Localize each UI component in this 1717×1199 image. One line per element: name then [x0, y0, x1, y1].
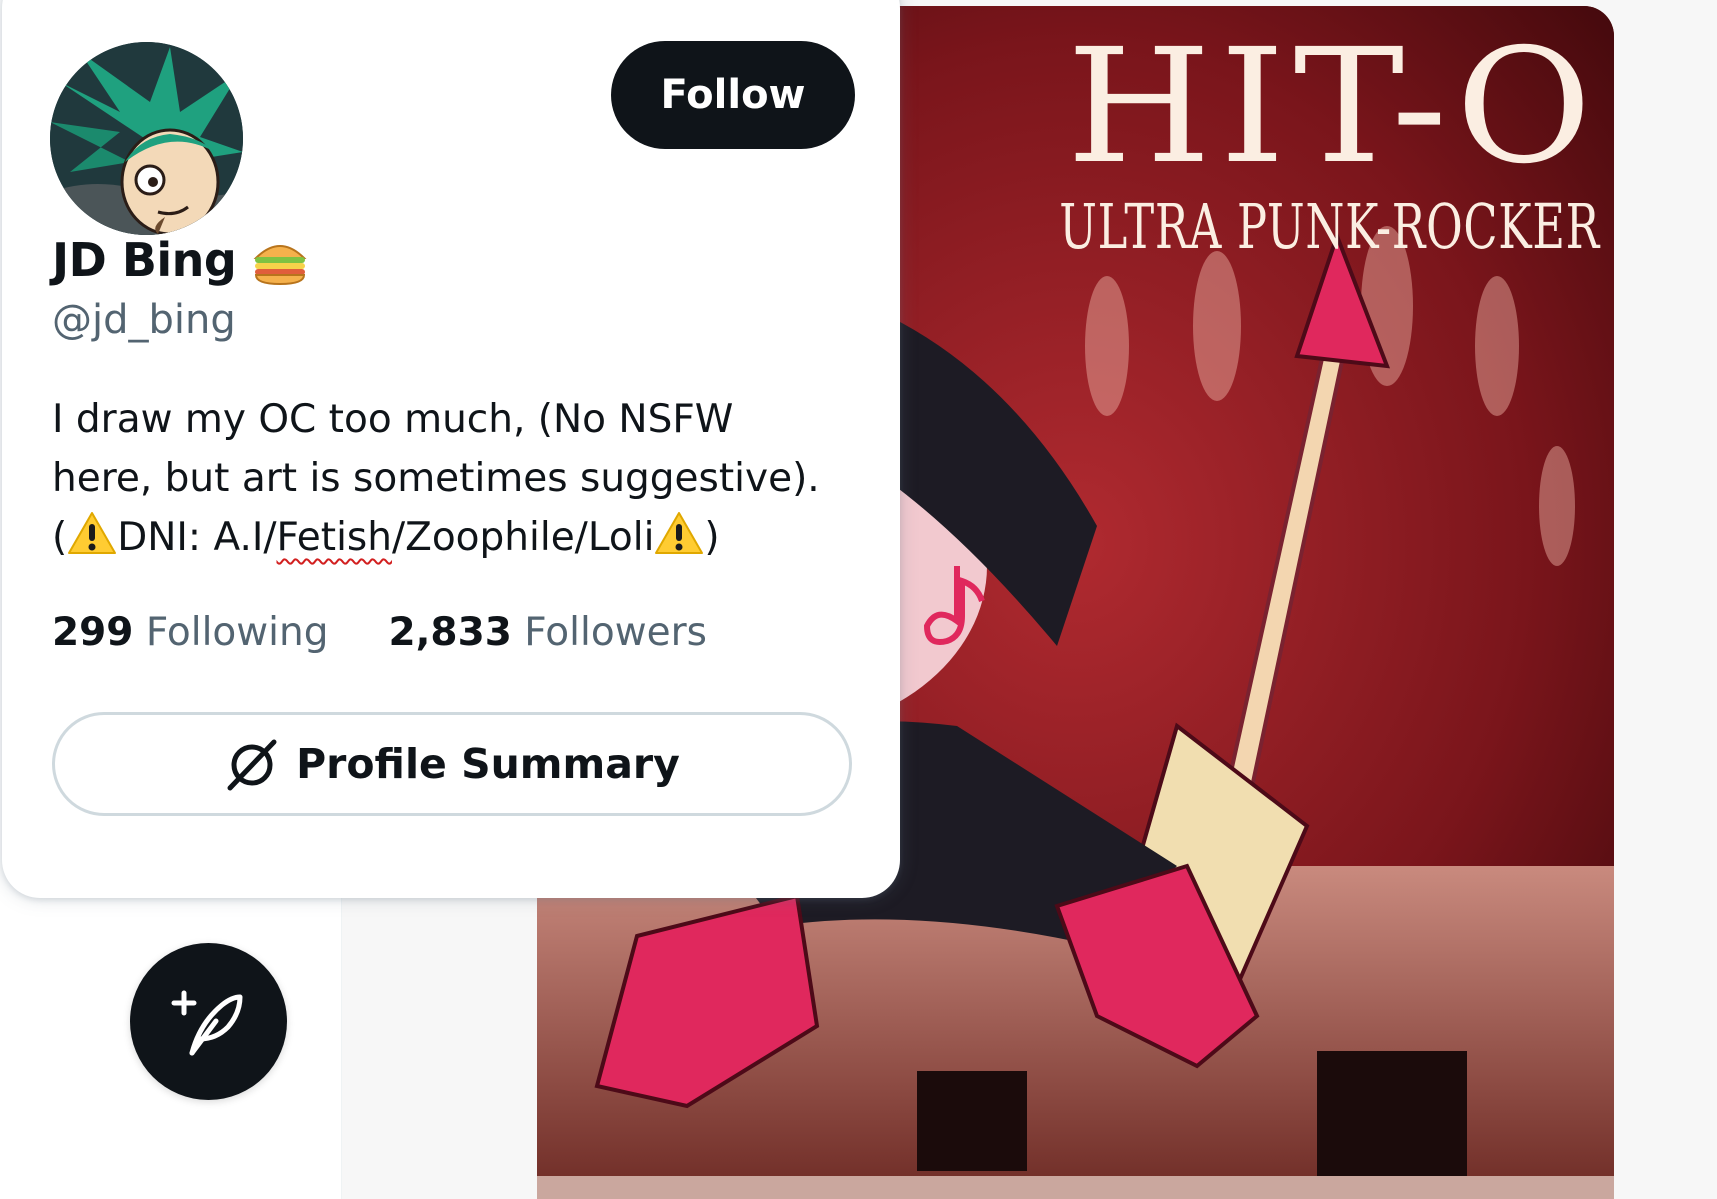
profile-hover-card: Follow JD Bing @jd_bing I draw my OC too…	[2, 0, 900, 898]
bio-paren-close: )	[704, 515, 720, 560]
artwork-title: HIT-O	[1066, 15, 1600, 199]
following-count: 299	[52, 610, 134, 655]
avatar[interactable]	[50, 42, 243, 235]
artwork-subtitle: ULTRA PUNK-ROCKER	[1059, 190, 1600, 263]
bio-line-1: I draw my OC too much, (No NSFW	[52, 397, 734, 442]
bio-paren-open: (	[52, 515, 68, 560]
avatar-illustration	[50, 42, 243, 235]
display-name[interactable]: JD Bing	[52, 233, 237, 287]
spellcheck-flagged-word: Fetish	[276, 515, 392, 560]
followers-count: 2,833	[388, 610, 512, 655]
bio-line-2: here, but art is sometimes suggestive).	[52, 456, 820, 501]
sandwich-emoji-icon	[253, 245, 307, 286]
grok-icon	[227, 739, 277, 791]
followers-label: Followers	[524, 610, 707, 655]
following-label: Following	[145, 610, 329, 655]
bio-line-3: ( DNI: A.I/Fetish/Zoophile/Loli)	[52, 508, 872, 567]
bio-dni-suffix: /Zoophile/Loli	[391, 515, 655, 560]
following-link[interactable]: 299 Following	[52, 610, 328, 655]
user-handle[interactable]: @jd_bing	[52, 297, 236, 343]
follow-stats: 299 Following 2,833 Followers	[52, 610, 707, 655]
warning-icon	[655, 512, 704, 554]
display-name-row: JD Bing	[52, 225, 310, 295]
profile-summary-label: Profile Summary	[296, 740, 680, 788]
profile-bio: I draw my OC too much, (No NSFW here, bu…	[52, 390, 872, 567]
follow-button[interactable]: Follow	[611, 41, 855, 149]
warning-icon	[68, 512, 117, 554]
profile-summary-button[interactable]: Profile Summary	[52, 712, 852, 816]
compose-post-button[interactable]	[130, 943, 287, 1100]
followers-link[interactable]: 2,833 Followers	[388, 610, 706, 655]
bio-dni-prefix: DNI: A.I/	[117, 515, 277, 560]
compose-post-icon	[171, 990, 242, 1055]
